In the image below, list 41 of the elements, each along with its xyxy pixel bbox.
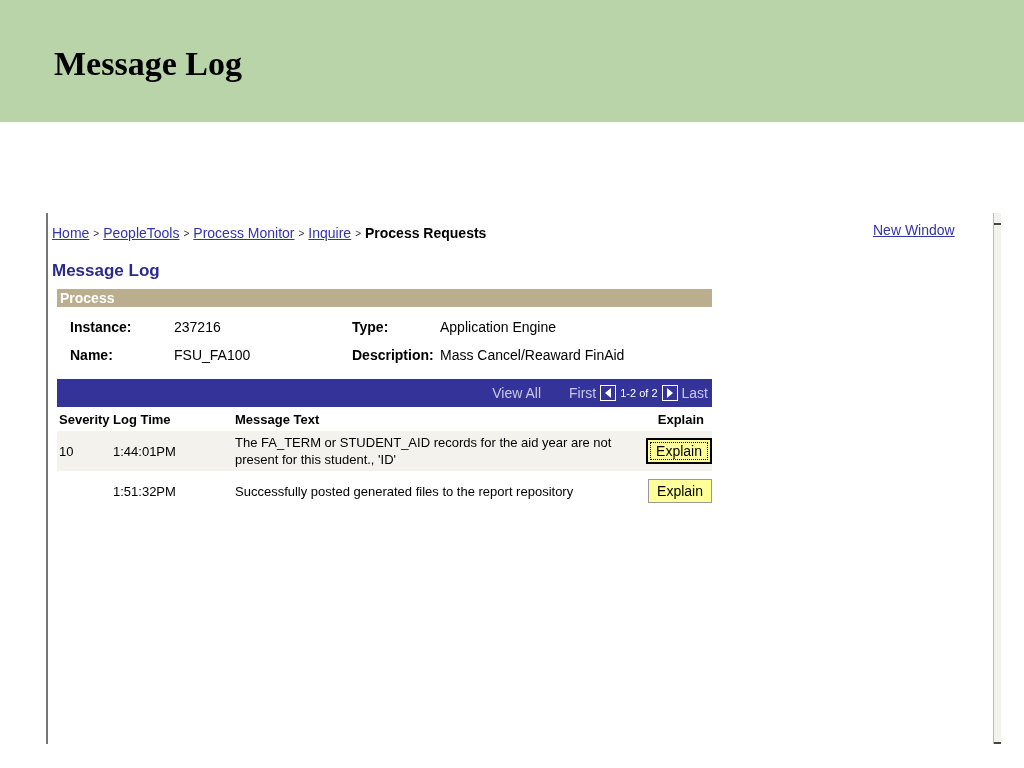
breadcrumb-link[interactable]: PeopleTools [103, 225, 180, 241]
first-link[interactable]: First [569, 385, 597, 401]
column-header: Message Text [234, 411, 321, 427]
section-header: Process [57, 289, 712, 307]
field-value: Mass Cancel/Reaward FinAid [440, 347, 626, 363]
field-value: 237216 [174, 319, 222, 335]
column-header: Explain [656, 411, 705, 427]
field-label: Instance: [70, 319, 133, 335]
field-label: Description: [352, 347, 435, 363]
breadcrumb-link[interactable]: Inquire [308, 225, 352, 241]
breadcrumb-separator: > [93, 227, 100, 239]
breadcrumb-separator: > [298, 227, 305, 239]
view-all-link[interactable]: View All [492, 385, 541, 401]
field-value: FSU_FA100 [174, 347, 252, 363]
breadcrumb-current: Process Requests [365, 225, 487, 241]
scrollbar[interactable] [993, 213, 1001, 744]
explain-button[interactable]: Explain [648, 479, 712, 503]
breadcrumb-link[interactable]: Home [52, 225, 90, 241]
row-range: 1-2 of 2 [620, 387, 658, 399]
last-link[interactable]: Last [681, 385, 708, 401]
breadcrumb-link[interactable]: Process Monitor [193, 225, 295, 241]
breadcrumb-separator: > [355, 227, 361, 239]
log-time-cell-text: 1:44:01PM [112, 442, 177, 460]
new-window-link[interactable]: New Window [873, 222, 955, 238]
field-label: Type: [352, 319, 390, 335]
left-triangle-icon [604, 388, 613, 398]
field-label: Name: [70, 347, 114, 363]
severity-cell-text: 10 [58, 442, 75, 460]
slide-title: Message Log [54, 44, 242, 83]
message-cell-text: Successfully posted generated files to the report repository [234, 482, 575, 500]
message-cell-text: The FA_TERM or STUDENT_AID records for the aid year are not present for this student., 'ID' [234, 434, 613, 468]
explain-button[interactable]: Explain [646, 438, 712, 464]
column-header: Severity [58, 411, 111, 427]
page-title: Message Log [52, 261, 161, 281]
field-value: Application Engine [440, 319, 557, 335]
previous-button[interactable] [600, 385, 617, 401]
log-time-cell-text: 1:51:32PM [112, 482, 177, 500]
column-header: Log Time [112, 411, 172, 427]
right-triangle-icon [665, 388, 674, 398]
breadcrumb-separator: > [183, 227, 190, 239]
next-button[interactable] [661, 385, 678, 401]
